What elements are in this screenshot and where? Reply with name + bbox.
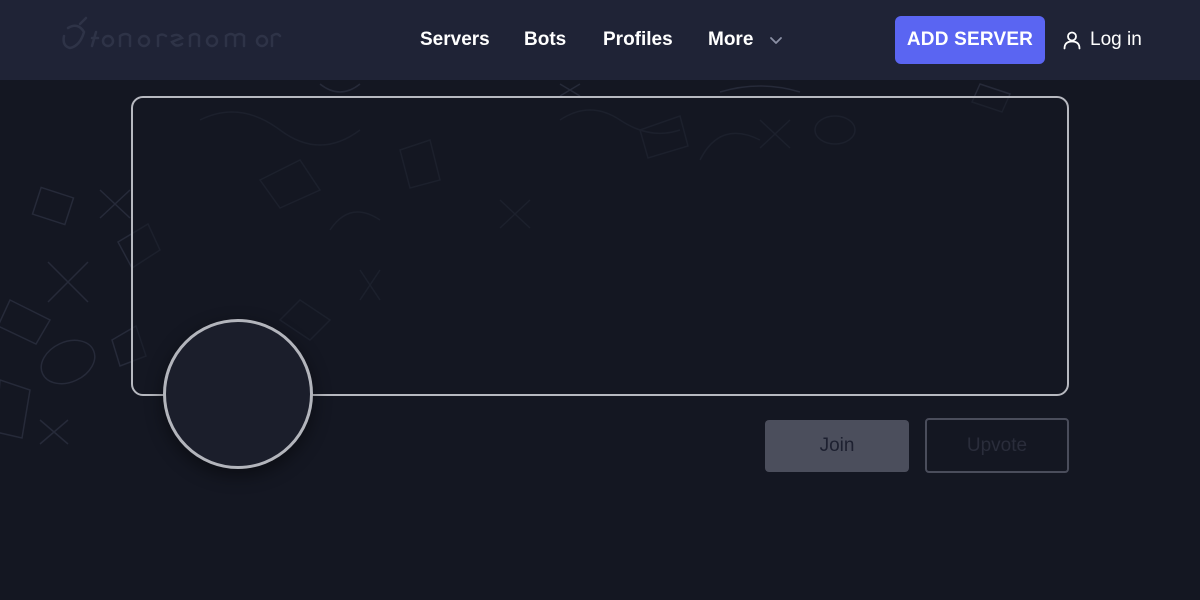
login-label: Log in: [1090, 29, 1142, 50]
site-logo[interactable]: [62, 16, 282, 62]
nav-link-more[interactable]: More: [708, 28, 783, 52]
login-link[interactable]: Log in: [1062, 28, 1142, 52]
join-button[interactable]: Join: [765, 420, 909, 472]
chevron-down-icon: [770, 37, 783, 44]
user-icon: [1063, 31, 1081, 50]
top-navbar: Servers Bots Profiles More ADD SERVER Lo…: [0, 0, 1200, 80]
nav-link-profiles[interactable]: Profiles: [603, 28, 673, 52]
add-server-button[interactable]: ADD SERVER: [895, 16, 1045, 64]
server-avatar: [163, 319, 313, 469]
upvote-button[interactable]: Upvote: [925, 418, 1069, 473]
site-logo-icon: [62, 16, 282, 50]
nav-link-servers[interactable]: Servers: [420, 28, 490, 52]
nav-link-bots[interactable]: Bots: [524, 28, 566, 52]
page: Servers Bots Profiles More ADD SERVER Lo…: [0, 0, 1200, 600]
nav-link-more-label: More: [708, 29, 754, 50]
